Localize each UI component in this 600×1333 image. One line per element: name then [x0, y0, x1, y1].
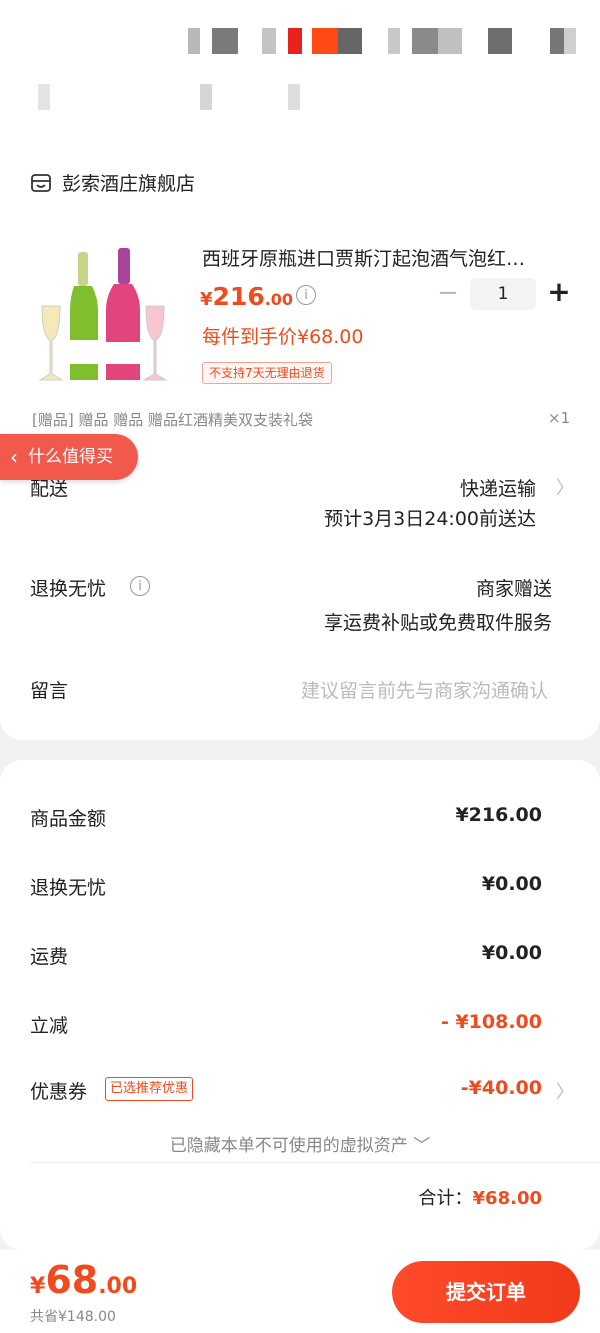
saved-amount: 共省¥148.00: [30, 1309, 116, 1325]
shipping-fee-label: 运费: [30, 946, 69, 968]
return-fee-value: ¥0.00: [481, 873, 542, 895]
shipping-fee-value: ¥0.00: [481, 942, 542, 964]
pay-symbol: ¥: [30, 1274, 46, 1299]
submit-order-button[interactable]: 提交订单: [392, 1261, 580, 1323]
product-image[interactable]: [34, 244, 182, 384]
hidden-assets-toggle[interactable]: 已隐藏本单不可使用的虚拟资产 ﹀: [0, 1131, 600, 1156]
discount-value: - ¥108.00: [440, 1011, 542, 1033]
total-value: ¥68.00: [472, 1188, 542, 1209]
gift-item: [赠品] 赠品 赠品 赠品红酒精美双支装礼袋: [32, 411, 314, 429]
delivery-estimate: 预计3月3日24:00前送达: [324, 508, 536, 530]
return-service-label: 退换无忧: [30, 578, 107, 600]
return-fee-label: 退换无忧: [30, 877, 107, 899]
price-integer: 216: [212, 282, 265, 311]
gift-quantity: ×1: [548, 409, 571, 427]
return-policy-tag: 不支持7天无理由退货: [202, 362, 332, 384]
price-decimal: .00: [264, 290, 294, 309]
coupon-value[interactable]: -¥40.00: [461, 1077, 542, 1099]
shop-icon: [31, 174, 51, 192]
decrease-quantity-button[interactable]: −: [437, 278, 459, 308]
total-row: 合计：¥68.00: [419, 1184, 542, 1210]
info-icon[interactable]: i: [296, 285, 316, 305]
chevron-left-icon: ‹: [10, 445, 18, 469]
return-service-desc: 享运费补贴或免费取件服务: [323, 612, 552, 634]
product-price: ¥216.00: [200, 282, 293, 311]
price-summary-card: [0, 760, 600, 1250]
delivery-chevron-icon[interactable]: 〉: [556, 474, 574, 500]
pay-integer: 68: [45, 1258, 99, 1302]
goods-amount-label: 商品金额: [30, 808, 107, 830]
total-label: 合计：: [418, 1188, 473, 1209]
return-info-icon[interactable]: i: [130, 576, 150, 596]
delivery-method[interactable]: 快递运输: [460, 474, 536, 501]
coupon-chevron-icon[interactable]: 〉: [556, 1078, 574, 1104]
unit-price: 每件到手价¥68.00: [202, 326, 364, 348]
shop-name[interactable]: 彭索酒庄旗舰店: [62, 169, 195, 196]
increase-quantity-button[interactable]: +: [546, 276, 572, 308]
return-service-value: 商家赠送: [475, 578, 552, 600]
floating-tag[interactable]: ‹ 什么值得买: [0, 434, 138, 480]
divider: [30, 1162, 600, 1163]
product-title[interactable]: 西班牙原瓶进口贾斯汀起泡酒气泡红…: [202, 244, 525, 271]
price-symbol: ¥: [200, 289, 213, 310]
pay-decimal: .00: [98, 1274, 138, 1299]
coupon-tag: 已选推荐优惠: [105, 1077, 194, 1101]
quantity-value[interactable]: 1: [470, 278, 536, 310]
order-card: 彭索酒庄旗舰店 西班牙原瓶进口贾斯汀起泡酒气泡红… ¥216.00 i − 1 …: [0, 0, 600, 740]
message-label: 留言: [30, 680, 69, 702]
goods-amount-value: ¥216.00: [455, 804, 542, 826]
coupon-label: 优惠券: [30, 1081, 88, 1103]
message-input[interactable]: 建议留言前先与商家沟通确认: [301, 676, 548, 703]
discount-label: 立减: [30, 1015, 69, 1037]
pay-amount: ¥68.00: [30, 1258, 137, 1302]
floating-tag-label: 什么值得买: [28, 447, 113, 467]
